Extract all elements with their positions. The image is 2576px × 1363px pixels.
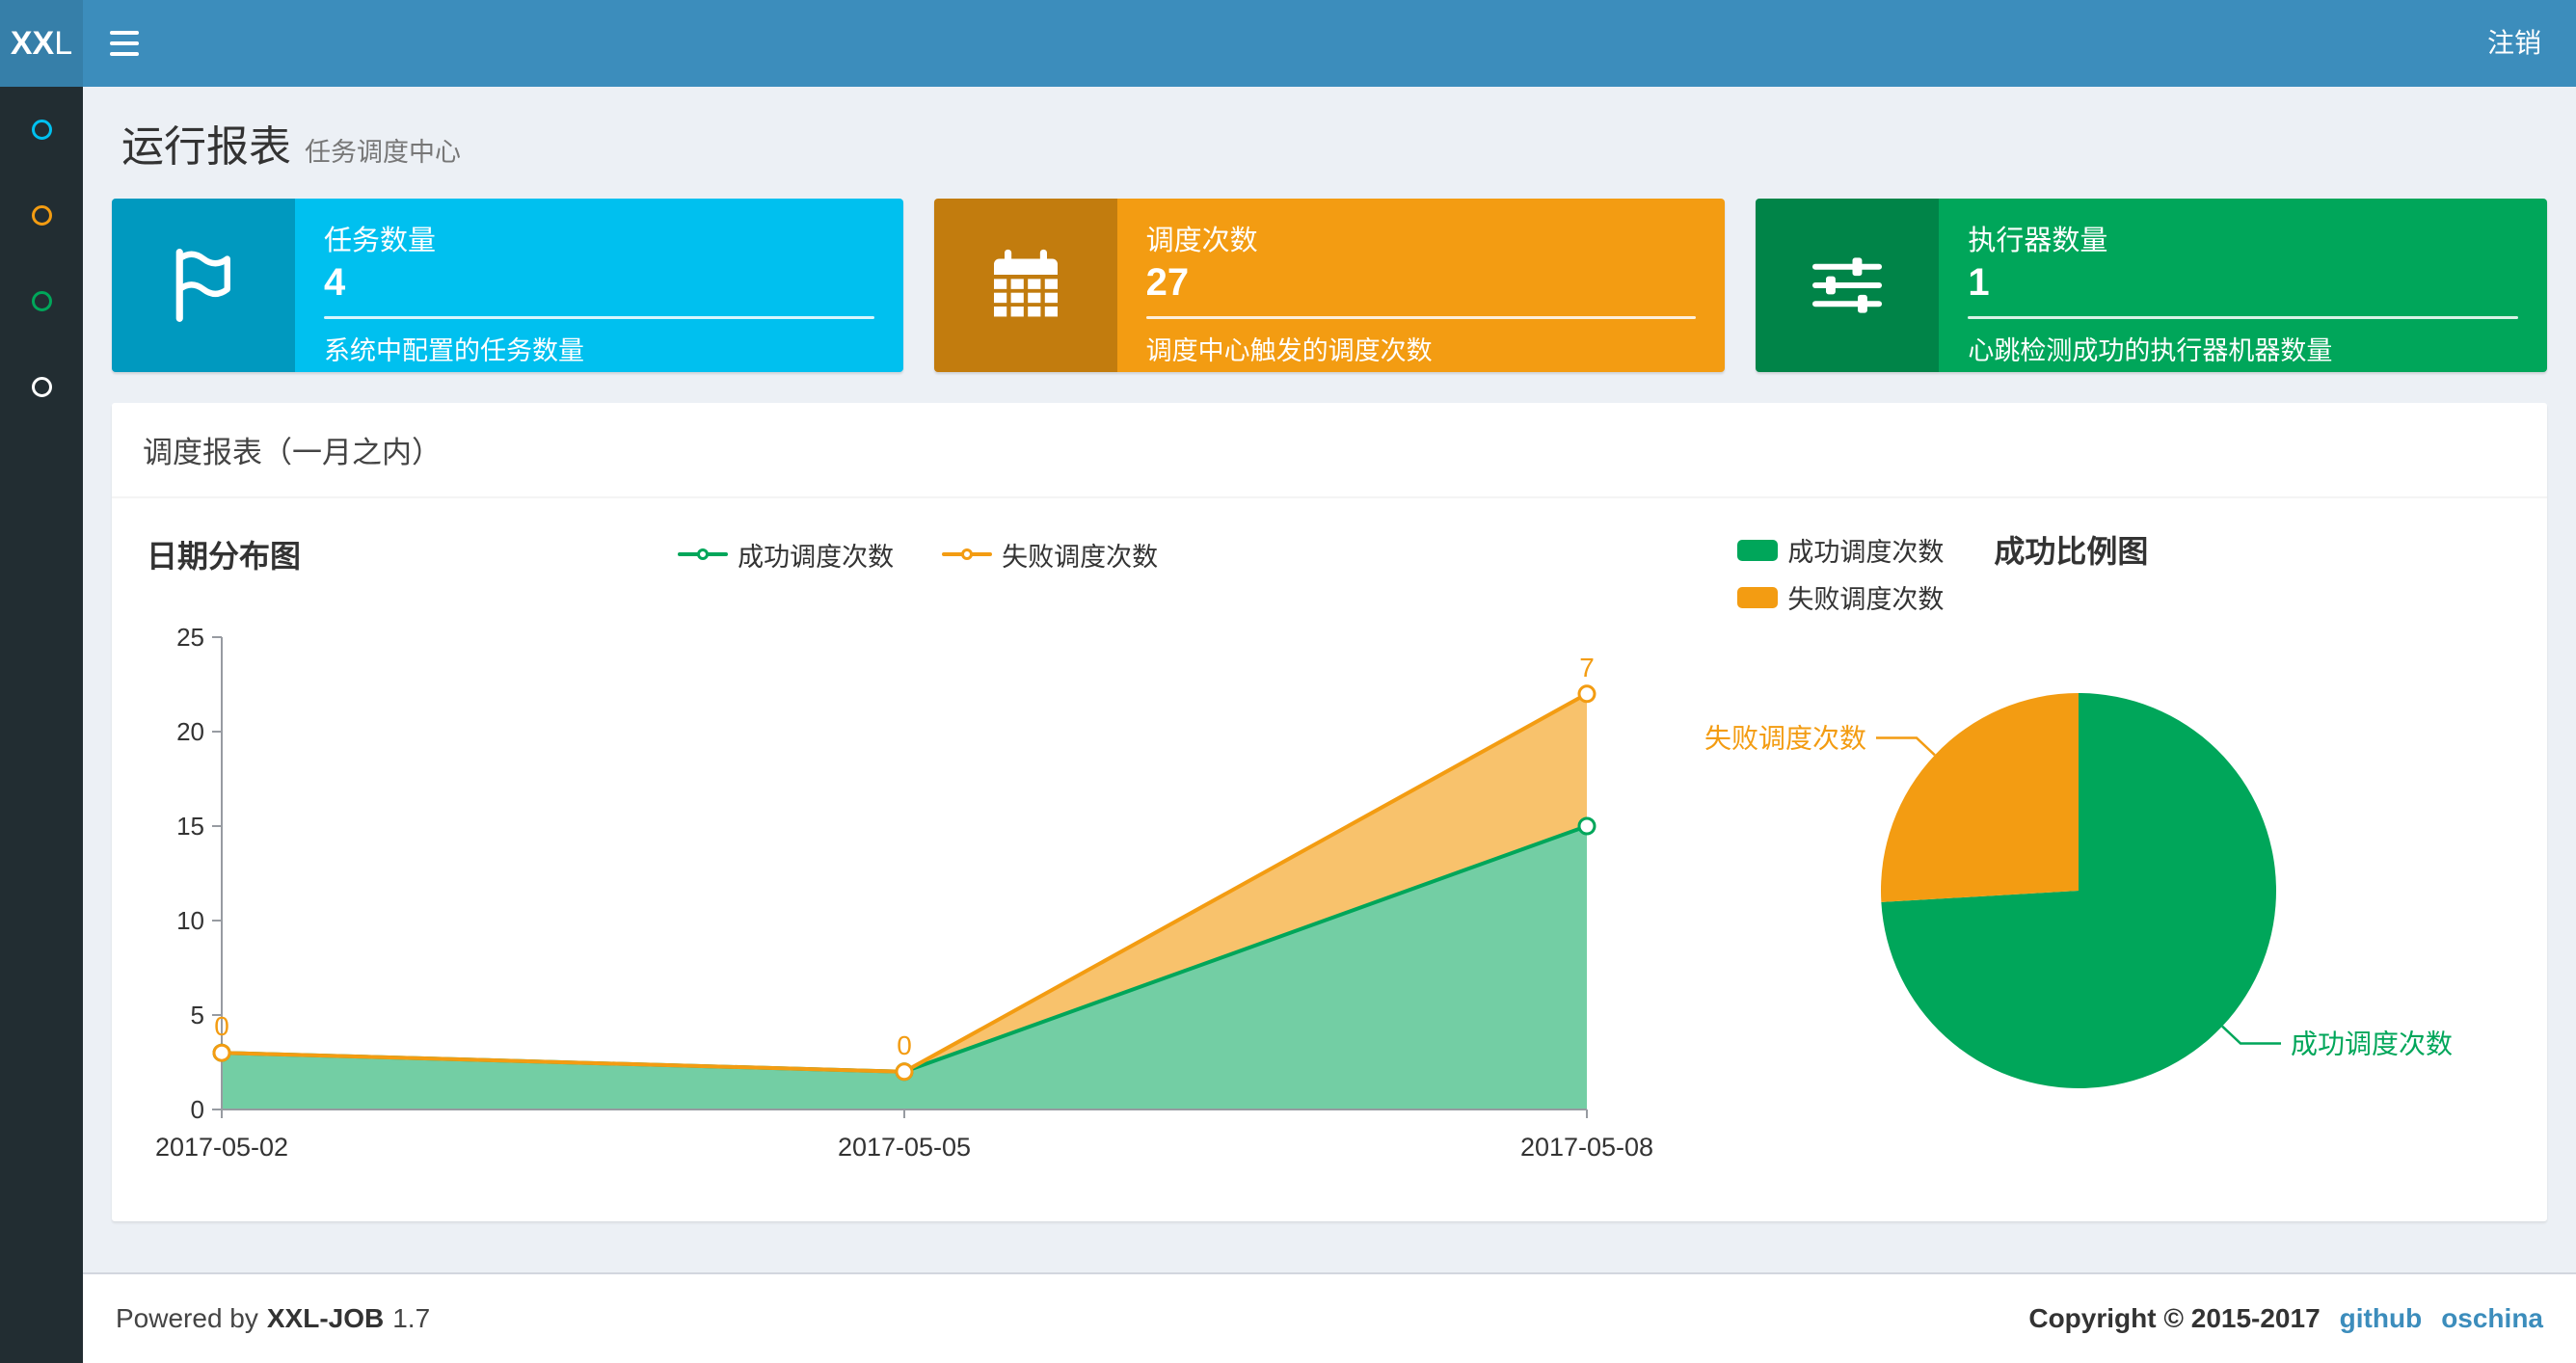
legend-label: 成功调度次数: [738, 542, 895, 572]
svg-text:5: 5: [191, 1001, 204, 1029]
sidebar-item-logs[interactable]: [0, 258, 83, 344]
svg-text:失败调度次数: 失败调度次数: [1704, 723, 1866, 753]
copyright-text: Copyright © 2015-2017: [2028, 1303, 2321, 1333]
sidebar-item-report[interactable]: [0, 87, 83, 173]
svg-text:25: 25: [176, 623, 204, 652]
logout-button[interactable]: 注销: [2453, 0, 2576, 87]
info-box-value: 27: [1145, 261, 1190, 304]
sidebar-toggle-button[interactable]: [83, 0, 166, 87]
info-box-description: 心跳检测成功的执行器机器数量: [1968, 336, 2333, 365]
info-box-content: 执行器数量 1 心跳检测成功的执行器机器数量: [1939, 199, 2547, 372]
info-box-jobs: 任务数量 4 系统中配置的任务数量: [112, 199, 903, 372]
circle-icon: [31, 120, 52, 140]
footer-powered: Powered by XXL-JOB 1.7: [116, 1303, 430, 1334]
logo-bold-text: XX: [10, 24, 55, 62]
info-box-label: 任务数量: [324, 226, 437, 256]
legend-item-success[interactable]: 成功调度次数: [1737, 531, 1944, 569]
legend-label: 失败调度次数: [1002, 542, 1159, 572]
panel-title: 调度报表（一月之内）: [112, 403, 2547, 498]
line-chart-header: 日期分布图 成功调度次数 失败调度次数: [147, 527, 1670, 581]
line-series-icon: [678, 546, 729, 563]
sliders-icon: [1756, 199, 1940, 372]
info-box-description: 系统中配置的任务数量: [324, 336, 584, 365]
footer: Powered by XXL-JOB 1.7 Copyright © 2015-…: [83, 1272, 2576, 1363]
schedule-report-panel: 调度报表（一月之内） 日期分布图 成功调度次数 失败调度次数 0 5 10 15…: [112, 403, 2547, 1221]
info-box-value: 4: [324, 261, 346, 304]
info-box-divider: [1968, 316, 2519, 319]
powered-prefix: Powered by: [116, 1303, 258, 1333]
info-box-divider: [1145, 316, 1697, 319]
svg-text:0: 0: [897, 1030, 912, 1060]
svg-text:10: 10: [176, 906, 204, 935]
swatch-icon: [1737, 586, 1779, 608]
page-subtitle: 任务调度中心: [305, 138, 461, 167]
svg-text:0: 0: [191, 1095, 204, 1124]
navbar-right: 注销: [2453, 0, 2576, 87]
app-logo[interactable]: XX L: [0, 0, 83, 87]
line-series-icon: [942, 546, 993, 563]
circle-icon: [31, 291, 52, 311]
legend-item-fail[interactable]: 失败调度次数: [942, 536, 1158, 574]
success-ratio-chart: 成功调度次数 失败调度次数: [1704, 693, 2453, 1088]
date-distribution-chart: 05101520252017-05-02 2017-05-05 2017-05-08…: [155, 623, 1653, 1162]
github-link[interactable]: github: [2340, 1303, 2423, 1334]
footer-copyright-area: Copyright © 2015-2017 github oschina: [2028, 1303, 2543, 1334]
info-box-executors: 执行器数量 1 心跳检测成功的执行器机器数量: [1756, 199, 2548, 372]
circle-icon: [31, 205, 52, 226]
legend-label: 失败调度次数: [1787, 585, 1945, 614]
svg-text:15: 15: [176, 812, 204, 841]
sidebar-item-executors[interactable]: [0, 344, 83, 430]
pie-chart-header: 成功调度次数 失败调度次数 成功比例图: [1693, 527, 2512, 616]
info-box-row: 任务数量 4 系统中配置的任务数量 调度次数 27 调度中心触发的调度次数 执行…: [112, 199, 2548, 372]
app-version: 1.7: [392, 1303, 431, 1333]
sidebar-item-jobs[interactable]: [0, 173, 83, 258]
legend-item-fail[interactable]: 失败调度次数: [1737, 578, 1944, 616]
pie-chart-legend: 成功调度次数 失败调度次数: [1737, 527, 1944, 616]
hamburger-icon: [110, 52, 139, 56]
pie-chart-title: 成功比例图: [1994, 534, 2149, 569]
logo-light-text: L: [54, 24, 73, 62]
svg-text:成功调度次数: 成功调度次数: [2291, 1029, 2453, 1059]
sidebar: [0, 87, 83, 1363]
info-box-content: 调度次数 27 调度中心触发的调度次数: [1117, 199, 1726, 372]
info-box-triggers: 调度次数 27 调度中心触发的调度次数: [933, 199, 1726, 372]
info-box-label: 执行器数量: [1968, 226, 2108, 256]
oschina-link[interactable]: oschina: [2441, 1303, 2543, 1334]
legend-label: 成功调度次数: [1787, 538, 1945, 567]
info-box-value: 1: [1968, 261, 1990, 304]
calendar-icon: [933, 199, 1117, 372]
svg-text:0: 0: [214, 1011, 229, 1041]
panel-body: 日期分布图 成功调度次数 失败调度次数 0 5 10 15 20 25 2017…: [112, 498, 2547, 1221]
hamburger-icon: [110, 41, 139, 45]
info-box-label: 调度次数: [1145, 226, 1258, 256]
top-navbar: XX L 注销: [0, 0, 2576, 87]
date-distribution-section: 日期分布图 成功调度次数 失败调度次数 0 5 10 15 20 25 2017…: [147, 527, 1670, 1198]
svg-text:2017-05-08: 2017-05-08: [1520, 1133, 1653, 1162]
success-ratio-section: 成功调度次数 失败调度次数 成功比例图 成功调度次数 失败调度次数: [1670, 527, 2512, 1198]
info-box-divider: [324, 316, 874, 319]
line-chart-legend: 成功调度次数 失败调度次数: [233, 536, 1602, 574]
page-header: 运行报表 任务调度中心: [112, 87, 2547, 199]
main-content: 运行报表 任务调度中心 任务数量 4 系统中配置的任务数量 调度次数 27 调度…: [83, 87, 2576, 1272]
app-name: XXL-JOB: [266, 1303, 385, 1333]
svg-text:20: 20: [176, 717, 204, 746]
swatch-icon: [1737, 539, 1779, 561]
info-box-description: 调度中心触发的调度次数: [1145, 336, 1433, 365]
svg-text:2017-05-05: 2017-05-05: [838, 1133, 971, 1162]
legend-item-success[interactable]: 成功调度次数: [678, 536, 894, 574]
flag-icon: [112, 199, 295, 372]
circle-icon: [31, 377, 52, 397]
hamburger-icon: [110, 31, 139, 35]
svg-text:7: 7: [1579, 653, 1595, 682]
svg-text:2017-05-02: 2017-05-02: [155, 1133, 288, 1162]
page-title: 运行报表: [121, 123, 291, 171]
info-box-content: 任务数量 4 系统中配置的任务数量: [295, 199, 903, 372]
